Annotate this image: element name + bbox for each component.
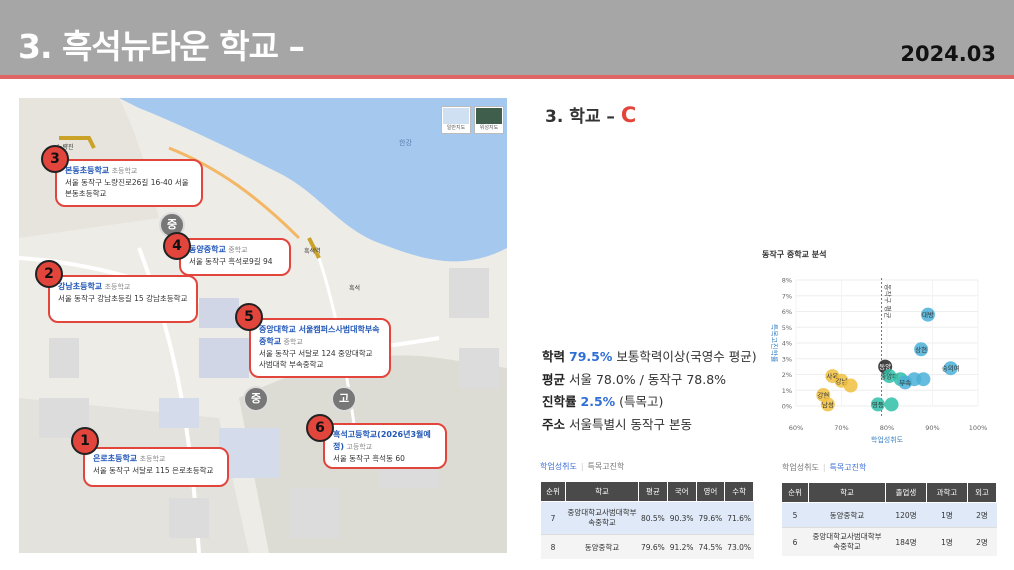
scatter-chart: 0% 1% 2% 3% 4% 5% 6% 7% 8% 60% 70% 80% 90% 100% 동작구 평균… [770,277,988,445]
map-label-river: 한강 [399,139,412,147]
high-school-zone-icon: 고 [331,386,357,412]
x-tick-label: 90% [925,424,939,432]
table-row: 8 동양중학교 79.6% 91.2% 74.5% 73.0% [540,534,754,559]
stat-address: 주소 서울특별시 동작구 본동 [542,416,692,432]
point-label: 영등 [872,400,884,409]
table-row: 5 동양중학교 120명 1명 2명 [781,502,997,528]
school-callout[interactable]: 중앙대학교 서울캠퍼스사범대학부속중학교 중학교 서울 동작구 서달로 124 … [249,318,391,378]
tab-special-right[interactable]: 특목고진학 [830,463,867,472]
tab-achievement-left[interactable]: 학업성취도 [540,462,577,471]
data-point [843,378,858,393]
school-callout[interactable]: 은로초등학교 초등학교 서울 동작구 서달로 115 은로초등학교 [83,447,229,487]
map-normal-button[interactable]: 일반지도 [441,106,471,134]
point-label: 상현 [915,345,927,354]
map-normal-thumb [443,108,469,124]
x-tick-label: 80% [880,424,894,432]
table-row: 6 중앙대학교사범대학부속중학교 184명 1명 2명 [781,527,997,556]
section-title: 3. 학교 – C [545,103,637,127]
x-axis-label: 학업성취도 [871,435,904,444]
point-label: 남성 [822,400,834,409]
school-map[interactable]: 일반지도 위성지도 노량진 흑석역 한강 흑석 중 중 고 본동초등학교 초등학… [19,98,507,553]
y-tick-label: 1% [782,387,792,395]
x-tick-label: 100% [969,424,988,432]
left-tabs: 학업성취도 | 특목고진학 [540,462,625,471]
advancement-table: 순위 학교 졸업생 과학고 외고 5 동양중학교 120명 1명 2명 6 중앙… [781,482,998,556]
point-label: 숭의여 [942,364,960,373]
header-bar: 3. 흑석뉴타운 학교 – 2024.03 [0,0,1014,75]
point-label: 대방 [922,310,934,319]
chart-title: 동작구 중학교 분석 [762,250,827,259]
point-label: 부속 [899,379,911,387]
header-divider [0,75,1014,79]
tab-achievement-right[interactable]: 학업성취도 [782,463,819,472]
achievement-table: 순위 학교 평균 국어 영어 수학 7 중앙대학교사범대학부속중학교 80.5%… [540,481,754,559]
reference-label: 동작구 평균 [884,284,893,319]
y-tick-label: 7% [782,292,792,300]
map-label-station: 흑석역 [304,248,321,255]
school-marker[interactable]: 2 [35,260,63,288]
y-tick-label: 5% [782,324,792,332]
school-callout[interactable]: 동양중학교 중학교 서울 동작구 흑석로9길 94 [179,238,291,276]
table-row: 7 중앙대학교사범대학부속중학교 80.5% 90.3% 79.6% 71.6% [540,501,754,535]
data-point [916,372,931,387]
y-tick-label: 3% [782,355,792,363]
school-marker[interactable]: 4 [163,232,191,260]
data-point [884,397,899,412]
school-marker[interactable]: 1 [71,427,99,455]
middle-school-zone-icon: 중 [243,386,269,412]
right-tabs: 학업성취도 | 특목고진학 [782,463,867,472]
map-satellite-button[interactable]: 위성지도 [474,106,504,134]
page-title: 3. 흑석뉴타운 학교 – [18,27,305,66]
y-axis-label: 특목고진학률 [770,324,779,363]
school-callout[interactable]: 본동초등학교 초등학교 서울 동작구 노량진로26길 16-40 서울본동초등학… [55,159,203,207]
x-tick-label: 60% [789,424,803,432]
tab-special-left[interactable]: 특목고진학 [588,462,625,471]
school-callout[interactable]: 강남초등학교 초등학교 서울 동작구 강남초등길 15 강남초등학교 [48,275,198,323]
map-satellite-thumb [476,108,502,124]
y-tick-label: 6% [782,308,792,316]
school-stats: 학력 79.5% 보통학력이상(국영수 평균) 평균 서울 78.0% / 동작… [542,346,757,436]
school-callout[interactable]: 흑석고등학교(2026년3월예정) 고등학교 서울 동작구 흑석동 60 [323,423,447,469]
y-tick-label: 4% [782,340,792,348]
y-tick-label: 8% [782,277,792,285]
stat-achievement: 학력 79.5% 보통학력이상(국영수 평균) [542,349,757,364]
school-marker[interactable]: 3 [41,145,69,173]
map-label-area: 흑석 [349,285,361,292]
y-tick-label: 0% [782,403,792,411]
school-marker[interactable]: 5 [235,303,263,331]
stat-average: 평균 서울 78.0% / 동작구 78.8% [542,371,727,387]
stat-advancement: 진학률 2.5% (특목고) [542,394,664,409]
page-date: 2024.03 [900,42,996,66]
school-marker[interactable]: 6 [306,414,334,442]
y-tick-label: 2% [782,371,792,379]
x-tick-label: 70% [834,424,848,432]
